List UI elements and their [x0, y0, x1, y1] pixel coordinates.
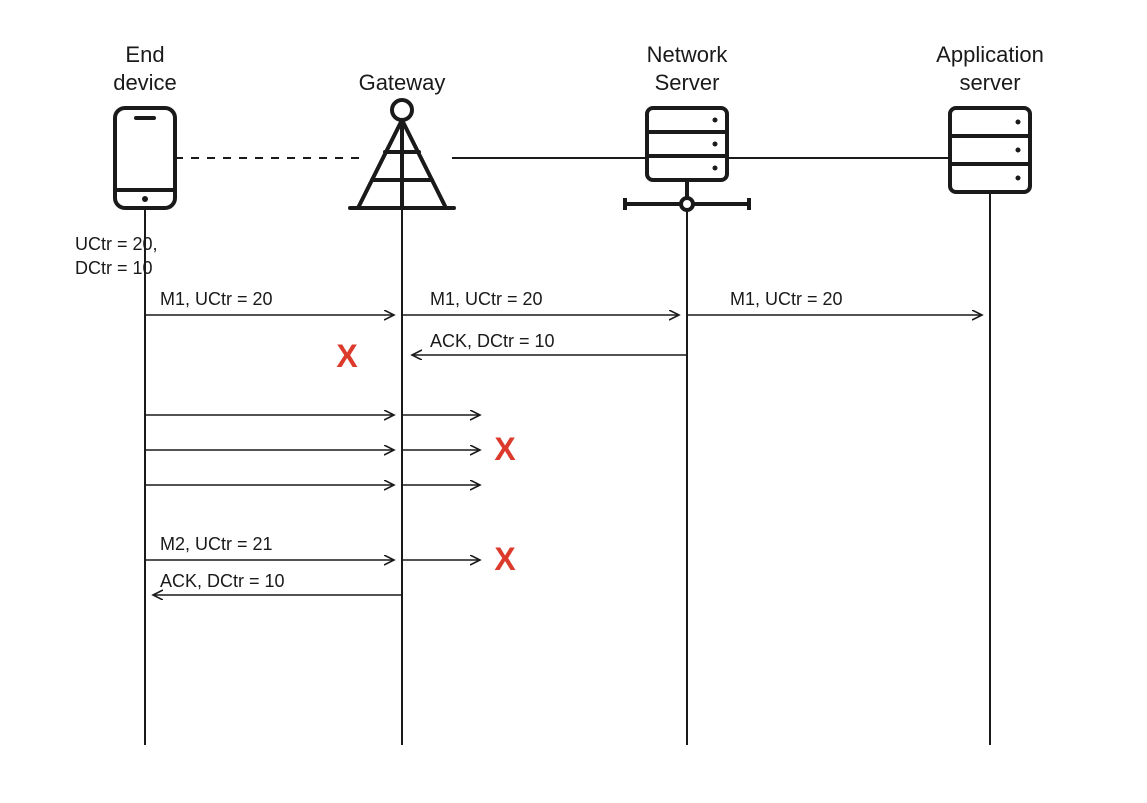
fail-x-1: X	[336, 338, 358, 374]
label-ack2: ACK, DCtr = 10	[160, 571, 285, 591]
application-server-icon	[950, 108, 1030, 192]
label-m2: M2, UCtr = 21	[160, 534, 273, 554]
application-server-label-line1: Application	[936, 42, 1044, 67]
application-server-label-line2: server	[959, 70, 1020, 95]
sequence-diagram: End device Gateway Network Server Applic…	[0, 0, 1147, 803]
network-server-label-line1: Network	[647, 42, 729, 67]
side-label-line1: UCtr = 20,	[75, 234, 158, 254]
end-device-label-line1: End	[125, 42, 164, 67]
network-server-label-line2: Server	[655, 70, 720, 95]
side-label-line2: DCtr = 10	[75, 258, 153, 278]
end-device-icon	[115, 108, 175, 208]
fail-x-2: X	[494, 431, 516, 467]
label-m1-c: M1, UCtr = 20	[730, 289, 843, 309]
gateway-icon	[350, 100, 454, 208]
label-m1-b: M1, UCtr = 20	[430, 289, 543, 309]
end-device-label-line2: device	[113, 70, 177, 95]
label-m1-a: M1, UCtr = 20	[160, 289, 273, 309]
gateway-label: Gateway	[359, 70, 446, 95]
label-ack1: ACK, DCtr = 10	[430, 331, 555, 351]
fail-x-3: X	[494, 541, 516, 577]
